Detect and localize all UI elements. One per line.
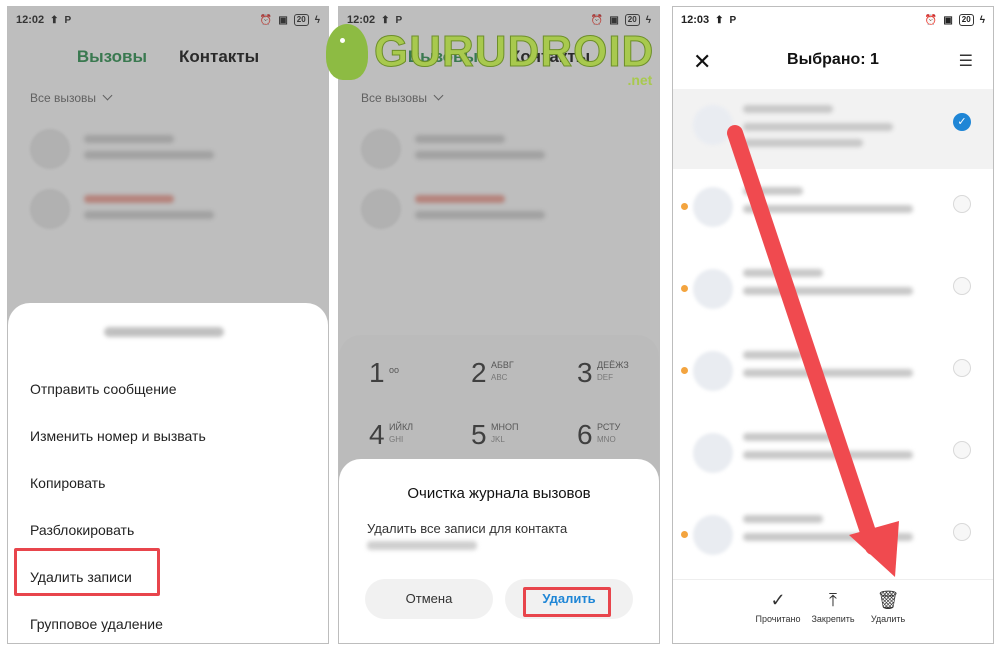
screen-messages-select: 12:03 ⬆ P ⏰ ▣ 20 ϟ ✕ Выбрано: 1 ☰ ✓ ✓ Пр… [672,6,994,644]
menu-send-message[interactable]: Отправить сообщение [30,381,177,397]
battery-icon: 20 [293,14,309,26]
upload-icon: ⬆ [50,14,59,26]
dial-key-4[interactable]: 4 ИЙКЛ GHI [369,419,459,463]
dial-key-6[interactable]: 6 РСТУ MNO [577,419,659,463]
alarm-off-icon: ⏰ [259,14,273,26]
dial-key-5[interactable]: 5 МНОП JKL [471,419,561,463]
menu-group-delete[interactable]: Групповое удаление [30,616,163,632]
list-item [84,211,214,219]
dialog-message: Удалить все записи для контакта [367,521,568,536]
dial-key-3[interactable]: 3 ДЕЁЖЗ DEF [577,357,659,401]
list-item [84,135,174,143]
avatar [30,189,70,229]
list-item [415,211,545,219]
list-item [415,151,545,159]
chevron-down-icon [433,90,444,101]
dial-key-2[interactable]: 2 АБВГ ABC [471,357,561,401]
android-icon [326,24,368,80]
screen-clear-log-dialog: 12:02 ⬆ P ⏰ ▣ 20 ϟ Вызовы Контакты Все в… [338,6,660,644]
watermark-brand: GURUDROID [373,27,655,77]
call-row[interactable] [8,179,328,239]
watermark: GURUDROID .net [326,24,655,88]
calls-filter-label: Все вызовы [30,91,97,105]
call-row[interactable] [8,119,328,179]
avatar [361,129,401,169]
tab-contacts[interactable]: Контакты [179,47,259,67]
contact-number-blurred [104,327,224,337]
context-menu-sheet: Отправить сообщение Изменить номер и выз… [8,303,328,643]
tab-calls[interactable]: Вызовы [77,47,147,67]
highlight-box [14,548,160,596]
dialog-title: Очистка журнала вызовов [407,485,591,502]
dial-key-1[interactable]: 1 oo [369,357,459,401]
list-item [84,151,214,159]
menu-copy[interactable]: Копировать [30,475,105,491]
calls-filter[interactable]: Все вызовы [361,90,444,105]
charging-icon: ϟ [314,14,320,26]
calls-filter-label: Все вызовы [361,91,428,105]
red-arrow [727,125,899,577]
contact-number-blurred [367,541,477,550]
p-icon: P [64,14,72,26]
call-row[interactable] [339,119,659,179]
list-item [415,135,505,143]
menu-unblock[interactable]: Разблокировать [30,522,134,538]
call-row[interactable] [339,179,659,239]
status-bar: 12:02 ⬆ P ⏰ ▣ 20 ϟ [8,7,328,33]
highlight-box [523,587,611,617]
cancel-button[interactable]: Отмена [365,579,493,619]
avatar [361,189,401,229]
avatar [30,129,70,169]
voicemail-icon: oo [389,365,400,375]
watermark-domain: .net [627,72,653,88]
chevron-down-icon [102,90,113,101]
screen-call-log-menu: 12:02 ⬆ P ⏰ ▣ 20 ϟ Вызовы Контакты Все в… [7,6,329,644]
calls-filter[interactable]: Все вызовы [30,90,113,105]
clear-log-dialog: Очистка журнала вызовов Удалить все запи… [339,459,659,643]
tab-bar: Вызовы Контакты [8,47,328,67]
status-time: 12:02 [16,14,45,26]
list-item [415,195,505,203]
menu-edit-number[interactable]: Изменить номер и вызвать [30,428,206,444]
list-item [84,195,174,203]
sim-icon: ▣ [278,14,288,26]
